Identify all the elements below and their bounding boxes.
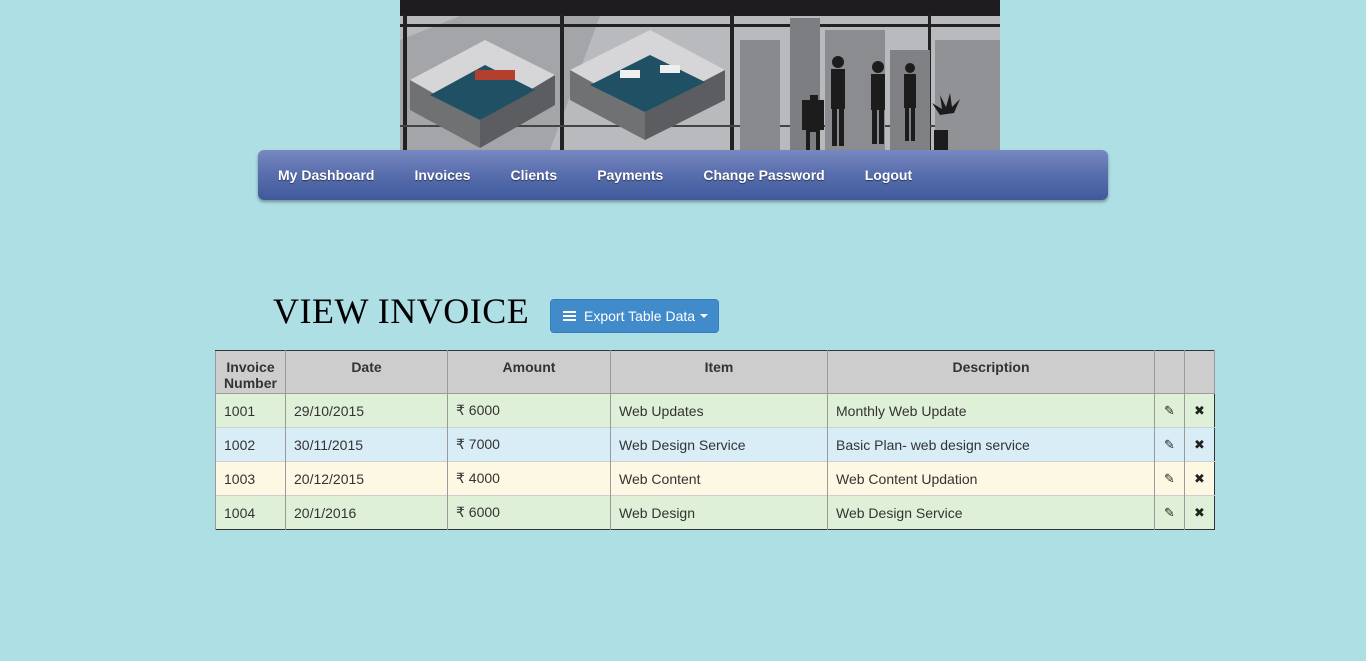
header-banner-image <box>400 0 1000 150</box>
header-amount: Amount <box>447 350 611 394</box>
header-item: Item <box>610 350 828 394</box>
cell-item: Web Design <box>610 495 828 530</box>
nav-clients[interactable]: Clients <box>511 167 558 183</box>
export-button-label: Export Table Data <box>584 308 696 324</box>
cell-amount: ₹ 4000 <box>447 461 611 496</box>
header-delete <box>1184 350 1215 394</box>
cell-invoice-number: 1003 <box>215 461 286 496</box>
edit-cell: ✎ <box>1154 461 1185 496</box>
delete-cell: ✖ <box>1184 495 1215 530</box>
cell-date: 20/1/2016 <box>285 495 448 530</box>
pencil-icon[interactable]: ✎ <box>1164 403 1175 419</box>
table-row: 1004 20/1/2016 ₹ 6000 Web Design Web Des… <box>215 495 1215 530</box>
cell-amount: ₹ 7000 <box>447 427 611 462</box>
delete-cell: ✖ <box>1184 393 1215 428</box>
header-date: Date <box>285 350 448 394</box>
cell-date: 29/10/2015 <box>285 393 448 428</box>
edit-cell: ✎ <box>1154 495 1185 530</box>
nav-logout[interactable]: Logout <box>865 167 912 183</box>
delete-cell: ✖ <box>1184 461 1215 496</box>
pencil-icon[interactable]: ✎ <box>1164 437 1175 453</box>
table-row: 1001 29/10/2015 ₹ 6000 Web Updates Month… <box>215 393 1215 428</box>
cell-description: Web Design Service <box>827 495 1155 530</box>
cell-amount: ₹ 6000 <box>447 393 611 428</box>
cell-item: Web Updates <box>610 393 828 428</box>
remove-icon[interactable]: ✖ <box>1194 437 1205 453</box>
caret-down-icon <box>700 314 709 318</box>
header-edit <box>1154 350 1185 394</box>
cell-invoice-number: 1001 <box>215 393 286 428</box>
invoice-table: Invoice Number Date Amount Item Descript… <box>215 350 1215 530</box>
cell-invoice-number: 1002 <box>215 427 286 462</box>
menu-icon <box>563 309 576 323</box>
nav-invoices[interactable]: Invoices <box>414 167 470 183</box>
cell-description: Monthly Web Update <box>827 393 1155 428</box>
header-description: Description <box>827 350 1155 394</box>
header-invoice-number: Invoice Number <box>215 350 286 394</box>
nav-payments[interactable]: Payments <box>597 167 663 183</box>
cell-description: Basic Plan- web design service <box>827 427 1155 462</box>
remove-icon[interactable]: ✖ <box>1194 471 1205 487</box>
edit-cell: ✎ <box>1154 427 1185 462</box>
main-navigation: My Dashboard Invoices Clients Payments C… <box>258 150 1108 200</box>
nav-my-dashboard[interactable]: My Dashboard <box>278 167 374 183</box>
cell-amount: ₹ 6000 <box>447 495 611 530</box>
cell-date: 20/12/2015 <box>285 461 448 496</box>
cell-description: Web Content Updation <box>827 461 1155 496</box>
cell-invoice-number: 1004 <box>215 495 286 530</box>
table-header-row: Invoice Number Date Amount Item Descript… <box>215 350 1215 394</box>
cell-item: Web Content <box>610 461 828 496</box>
cell-item: Web Design Service <box>610 427 828 462</box>
remove-icon[interactable]: ✖ <box>1194 505 1205 521</box>
remove-icon[interactable]: ✖ <box>1194 403 1205 419</box>
table-row: 1003 20/12/2015 ₹ 4000 Web Content Web C… <box>215 461 1215 496</box>
delete-cell: ✖ <box>1184 427 1215 462</box>
page-title: VIEW INVOICE <box>273 291 530 331</box>
cell-date: 30/11/2015 <box>285 427 448 462</box>
pencil-icon[interactable]: ✎ <box>1164 505 1175 521</box>
edit-cell: ✎ <box>1154 393 1185 428</box>
nav-change-password[interactable]: Change Password <box>703 167 824 183</box>
table-row: 1002 30/11/2015 ₹ 7000 Web Design Servic… <box>215 427 1215 462</box>
export-table-data-button[interactable]: Export Table Data <box>550 299 719 333</box>
pencil-icon[interactable]: ✎ <box>1164 471 1175 487</box>
